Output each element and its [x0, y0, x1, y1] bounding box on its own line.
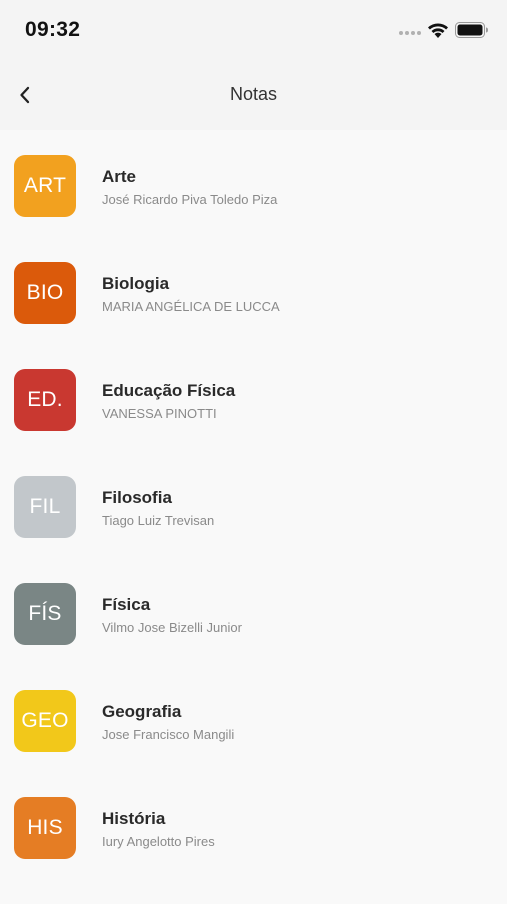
- teacher-name: José Ricardo Piva Toledo Piza: [102, 192, 278, 207]
- subject-name: Filosofia: [102, 488, 172, 507]
- subject-name: Arte: [102, 167, 137, 186]
- navigation-bar: Notas: [0, 60, 507, 130]
- subject-badge: HIS: [14, 797, 76, 859]
- subject-abbreviation: GEO: [21, 709, 69, 732]
- subject-name: Geografia: [102, 702, 182, 721]
- subject-abbreviation: FIL: [29, 495, 61, 518]
- subject-badge: GEO: [14, 690, 76, 752]
- subject-badge: BIO: [14, 262, 76, 324]
- subject-item-arte[interactable]: ART Arte José Ricardo Piva Toledo Piza: [0, 155, 507, 262]
- subject-item-filosofia[interactable]: FIL Filosofia Tiago Luiz Trevisan: [0, 476, 507, 583]
- teacher-name: MARIA ANGÉLICA DE LUCCA: [102, 299, 280, 314]
- subject-abbreviation: HIS: [27, 816, 63, 839]
- subject-abbreviation: FÍS: [28, 602, 62, 625]
- subject-name: Educação Física: [102, 381, 236, 400]
- status-time: 09:32: [25, 18, 81, 41]
- teacher-name: Vilmo Jose Bizelli Junior: [102, 620, 242, 635]
- teacher-name: Tiago Luiz Trevisan: [102, 513, 215, 528]
- subject-item-biologia[interactable]: BIO Biologia MARIA ANGÉLICA DE LUCCA: [0, 262, 507, 369]
- page-title: Notas: [229, 84, 278, 104]
- subject-badge: FÍS: [14, 583, 76, 645]
- subject-abbreviation: ED.: [27, 388, 63, 411]
- subject-badge: ART: [14, 155, 76, 217]
- status-bar: 09:32: [0, 0, 507, 60]
- teacher-name: VANESSA PINOTTI: [102, 406, 217, 421]
- subject-item-educacao-fisica[interactable]: ED. Educação Física VANESSA PINOTTI: [0, 369, 507, 476]
- subject-name: Física: [102, 595, 151, 614]
- subject-item-historia[interactable]: HIS História Iury Angelotto Pires: [0, 797, 507, 904]
- wifi-icon: [428, 23, 448, 38]
- subject-badge: ED.: [14, 369, 76, 431]
- teacher-name: Iury Angelotto Pires: [102, 834, 215, 849]
- subject-badge: FIL: [14, 476, 76, 538]
- teacher-name: Jose Francisco Mangili: [102, 727, 235, 742]
- subject-item-fisica[interactable]: FÍS Física Vilmo Jose Bizelli Junior: [0, 583, 507, 690]
- subject-name: História: [102, 809, 166, 828]
- subject-item-geografia[interactable]: GEO Geografia Jose Francisco Mangili: [0, 690, 507, 797]
- subject-abbreviation: ART: [23, 174, 67, 197]
- subject-abbreviation: BIO: [26, 281, 64, 304]
- battery-icon: [455, 22, 488, 38]
- subjects-list: ART Arte José Ricardo Piva Toledo Piza B…: [0, 130, 507, 904]
- cellular-signal-icon: [399, 31, 421, 35]
- subject-name: Biologia: [102, 274, 170, 293]
